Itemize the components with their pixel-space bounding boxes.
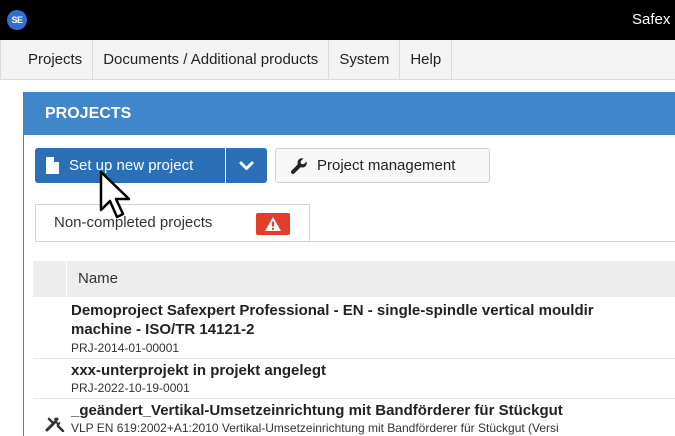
title-bar: SE Safex: [0, 0, 675, 40]
row-description: VLP EN 619:2002+A1:2010 Vertikal-Umsetze…: [71, 421, 559, 435]
row-title-line1: _geändert_Vertikal-Umsetzeinrichtung mit…: [71, 402, 563, 419]
mouse-cursor-icon: [99, 170, 131, 219]
app-logo-icon: SE: [7, 10, 27, 30]
menu-bar: Projects Documents / Additional products…: [0, 40, 675, 80]
window-title: Safex: [632, 11, 671, 28]
menu-projects[interactable]: Projects: [0, 40, 94, 80]
new-project-dropdown-button[interactable]: [226, 148, 267, 183]
table-row[interactable]: _geändert_Vertikal-Umsetzeinrichtung mit…: [33, 399, 675, 436]
panel-title: PROJECTS: [24, 93, 675, 135]
wrench-icon: [291, 158, 307, 174]
table-row[interactable]: xxx-unterprojekt in projekt angelegt PRJ…: [33, 359, 675, 399]
new-document-icon: [46, 157, 59, 174]
warning-icon: [265, 217, 281, 231]
row-project-id: PRJ-2022-10-19-0001: [71, 381, 190, 395]
project-management-label: Project management: [317, 157, 456, 174]
menu-help[interactable]: Help: [400, 40, 453, 80]
menu-documents-additional-products[interactable]: Documents / Additional products: [93, 40, 330, 80]
tab-label: Non-completed projects: [54, 214, 213, 231]
table-header-gutter: [33, 261, 67, 297]
tools-icon: [45, 417, 65, 432]
tab-divider: [35, 241, 675, 242]
row-title-line1: xxx-unterprojekt in projekt angelegt: [71, 362, 327, 379]
chevron-down-icon: [239, 161, 254, 170]
column-header-name[interactable]: Name: [78, 270, 118, 287]
tab-non-completed-projects[interactable]: Non-completed projects: [35, 204, 310, 242]
warning-badge: [256, 213, 290, 235]
row-title-line1: Demoproject Safexpert Professional - EN …: [71, 302, 594, 319]
project-management-button[interactable]: Project management: [275, 148, 490, 183]
projects-panel: PROJECTS Set up new project Project mana…: [23, 92, 675, 436]
table-header: Name: [33, 261, 675, 297]
row-title-line2: machine - ISO/TR 14121-2: [71, 321, 255, 338]
table-row[interactable]: Demoproject Safexpert Professional - EN …: [33, 297, 675, 359]
menu-system[interactable]: System: [329, 40, 401, 80]
row-project-id: PRJ-2014-01-00001: [71, 341, 180, 355]
